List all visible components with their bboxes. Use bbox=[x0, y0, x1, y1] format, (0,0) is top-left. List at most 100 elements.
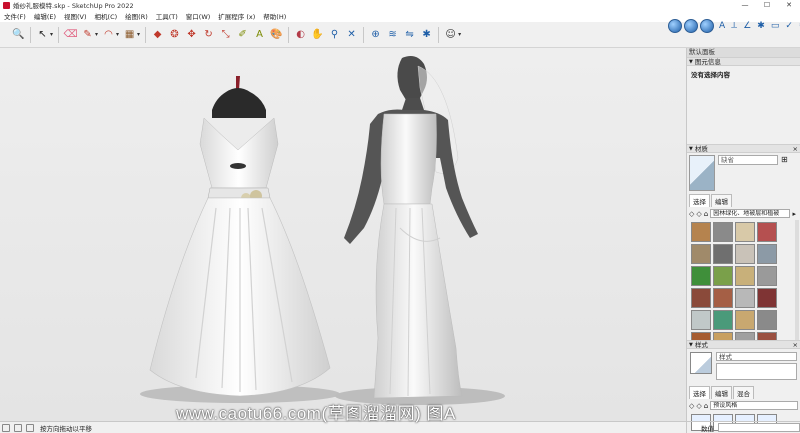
dimension-icon[interactable]: ⟂ bbox=[731, 21, 737, 31]
move-icon[interactable]: ✥ bbox=[185, 28, 199, 42]
paint-bucket-icon[interactable]: 🎨 bbox=[270, 28, 284, 42]
push-pull-icon[interactable]: ◆ bbox=[151, 28, 165, 42]
material-swatch[interactable] bbox=[735, 288, 755, 308]
material-swatch[interactable] bbox=[713, 288, 733, 308]
material-swatch[interactable] bbox=[735, 222, 755, 242]
zoom-icon[interactable]: ⚲ bbox=[328, 28, 342, 42]
menu-item[interactable]: 窗口(W) bbox=[182, 11, 215, 21]
axes-icon[interactable]: ✱ bbox=[757, 21, 765, 31]
close-button[interactable]: ✕ bbox=[778, 1, 800, 9]
offset-icon[interactable]: ❂ bbox=[168, 28, 182, 42]
geo-location-icon[interactable] bbox=[668, 19, 682, 33]
material-swatch[interactable] bbox=[691, 332, 711, 340]
3d-viewport[interactable] bbox=[0, 48, 686, 421]
dropdown-caret-icon[interactable]: ▾ bbox=[95, 31, 98, 38]
collapse-triangle-icon[interactable]: ▼ bbox=[689, 145, 693, 153]
mannequin-model[interactable] bbox=[344, 56, 478, 399]
material-library-select[interactable]: 园林绿化、地被层和植被 bbox=[710, 209, 791, 218]
material-swatch[interactable] bbox=[735, 332, 755, 340]
tab-edit[interactable]: 编辑 bbox=[711, 386, 732, 399]
geo-terrain-icon[interactable] bbox=[684, 19, 698, 33]
material-swatch[interactable] bbox=[691, 310, 711, 330]
collapse-triangle-icon[interactable]: ▼ bbox=[689, 341, 693, 349]
warehouse-globe-icon[interactable] bbox=[700, 19, 714, 33]
maximize-button[interactable]: ☐ bbox=[756, 1, 778, 9]
forward-icon[interactable]: ◇ bbox=[696, 210, 701, 218]
menu-item[interactable]: 视图(V) bbox=[60, 11, 91, 21]
zoom-extents-icon[interactable]: 🔍 bbox=[12, 28, 26, 42]
material-swatch[interactable] bbox=[691, 222, 711, 242]
credits-status-icon[interactable] bbox=[14, 423, 22, 432]
dropdown-caret-icon[interactable]: ▾ bbox=[116, 31, 119, 38]
pencil-icon[interactable]: ✎ bbox=[81, 28, 95, 42]
material-swatch[interactable] bbox=[713, 222, 733, 242]
arc-icon[interactable]: ◠ bbox=[102, 28, 116, 42]
back-icon[interactable]: ◇ bbox=[689, 210, 694, 218]
material-swatch[interactable] bbox=[713, 244, 733, 264]
display-icon[interactable]: ▭ bbox=[771, 21, 780, 31]
check-icon[interactable]: ✓ bbox=[785, 21, 793, 31]
material-swatch[interactable] bbox=[691, 244, 711, 264]
material-grid-scrollbar[interactable] bbox=[795, 220, 799, 340]
dropdown-caret-icon[interactable]: ▾ bbox=[458, 31, 461, 38]
styles-header[interactable]: ▼ 样式 × bbox=[687, 340, 800, 349]
material-swatch[interactable] bbox=[691, 288, 711, 308]
material-swatch[interactable] bbox=[735, 244, 755, 264]
material-swatch[interactable] bbox=[735, 266, 755, 286]
menu-item[interactable]: 扩展程序 (x) bbox=[214, 11, 259, 21]
material-swatch[interactable] bbox=[757, 222, 777, 242]
style-name-field[interactable]: 样式 bbox=[716, 352, 797, 361]
tab-edit[interactable]: 编辑 bbox=[711, 194, 732, 207]
material-swatch[interactable] bbox=[691, 266, 711, 286]
pan-icon[interactable]: ✋ bbox=[311, 28, 325, 42]
create-material-icon[interactable]: ⊞ bbox=[781, 155, 788, 164]
tab-select[interactable]: 选择 bbox=[689, 194, 710, 207]
material-swatch[interactable] bbox=[757, 244, 777, 264]
rotate-icon[interactable]: ↻ bbox=[202, 28, 216, 42]
eraser-icon[interactable]: ⌫ bbox=[63, 28, 77, 42]
component-icon[interactable]: ✱ bbox=[420, 28, 434, 42]
menu-item[interactable]: 帮助(H) bbox=[259, 11, 290, 21]
entity-info-header[interactable]: ▼ 图元信息 bbox=[687, 57, 800, 66]
materials-header[interactable]: ▼ 材质 × bbox=[687, 144, 800, 153]
measurements-input[interactable] bbox=[718, 423, 800, 432]
material-swatch[interactable] bbox=[757, 288, 777, 308]
material-swatch[interactable] bbox=[713, 332, 733, 340]
text-style-icon[interactable]: A bbox=[719, 21, 725, 31]
close-panel-icon[interactable]: × bbox=[793, 341, 798, 349]
dropdown-caret-icon[interactable]: ▾ bbox=[50, 31, 53, 38]
select-icon[interactable]: ↖ bbox=[36, 28, 50, 42]
material-swatch[interactable] bbox=[713, 310, 733, 330]
details-icon[interactable]: ▸ bbox=[792, 210, 796, 218]
warehouse-icon[interactable]: ≋ bbox=[386, 28, 400, 42]
user-status-icon[interactable] bbox=[26, 423, 34, 432]
material-name-field[interactable]: 缺省 bbox=[718, 155, 778, 165]
scale-icon[interactable]: ⤡ bbox=[219, 28, 233, 42]
tab-select[interactable]: 选择 bbox=[689, 386, 710, 399]
menu-item[interactable]: 编辑(E) bbox=[30, 11, 60, 21]
menu-item[interactable]: 文件(F) bbox=[0, 11, 30, 21]
back-icon[interactable]: ◇ bbox=[689, 402, 694, 410]
home-icon[interactable]: ⌂ bbox=[704, 402, 708, 410]
extension-icon[interactable]: ⇋ bbox=[403, 28, 417, 42]
user-icon[interactable]: ☺ bbox=[444, 28, 458, 42]
menu-item[interactable]: 工具(T) bbox=[152, 11, 182, 21]
geo-status-icon[interactable] bbox=[2, 423, 10, 432]
orbit-icon[interactable]: ◐ bbox=[294, 28, 308, 42]
dropdown-caret-icon[interactable]: ▾ bbox=[137, 31, 140, 38]
text-icon[interactable]: A bbox=[253, 28, 267, 42]
menu-item[interactable]: 绘图(R) bbox=[121, 11, 152, 21]
style-description-field[interactable] bbox=[716, 363, 797, 380]
tape-measure-icon[interactable]: ✐ bbox=[236, 28, 250, 42]
home-icon[interactable]: ⌂ bbox=[704, 210, 708, 218]
material-swatch[interactable] bbox=[757, 310, 777, 330]
style-library-select[interactable]: 预设风格 bbox=[710, 401, 798, 410]
menu-item[interactable]: 相机(C) bbox=[91, 11, 122, 21]
shape-icon[interactable]: ▦ bbox=[123, 28, 137, 42]
material-swatch[interactable] bbox=[735, 310, 755, 330]
dress-form-model[interactable] bbox=[149, 76, 331, 397]
material-swatch[interactable] bbox=[757, 332, 777, 340]
section-icon[interactable]: ⊕ bbox=[369, 28, 383, 42]
forward-icon[interactable]: ◇ bbox=[696, 402, 701, 410]
protractor-icon[interactable]: ∠ bbox=[743, 21, 751, 31]
